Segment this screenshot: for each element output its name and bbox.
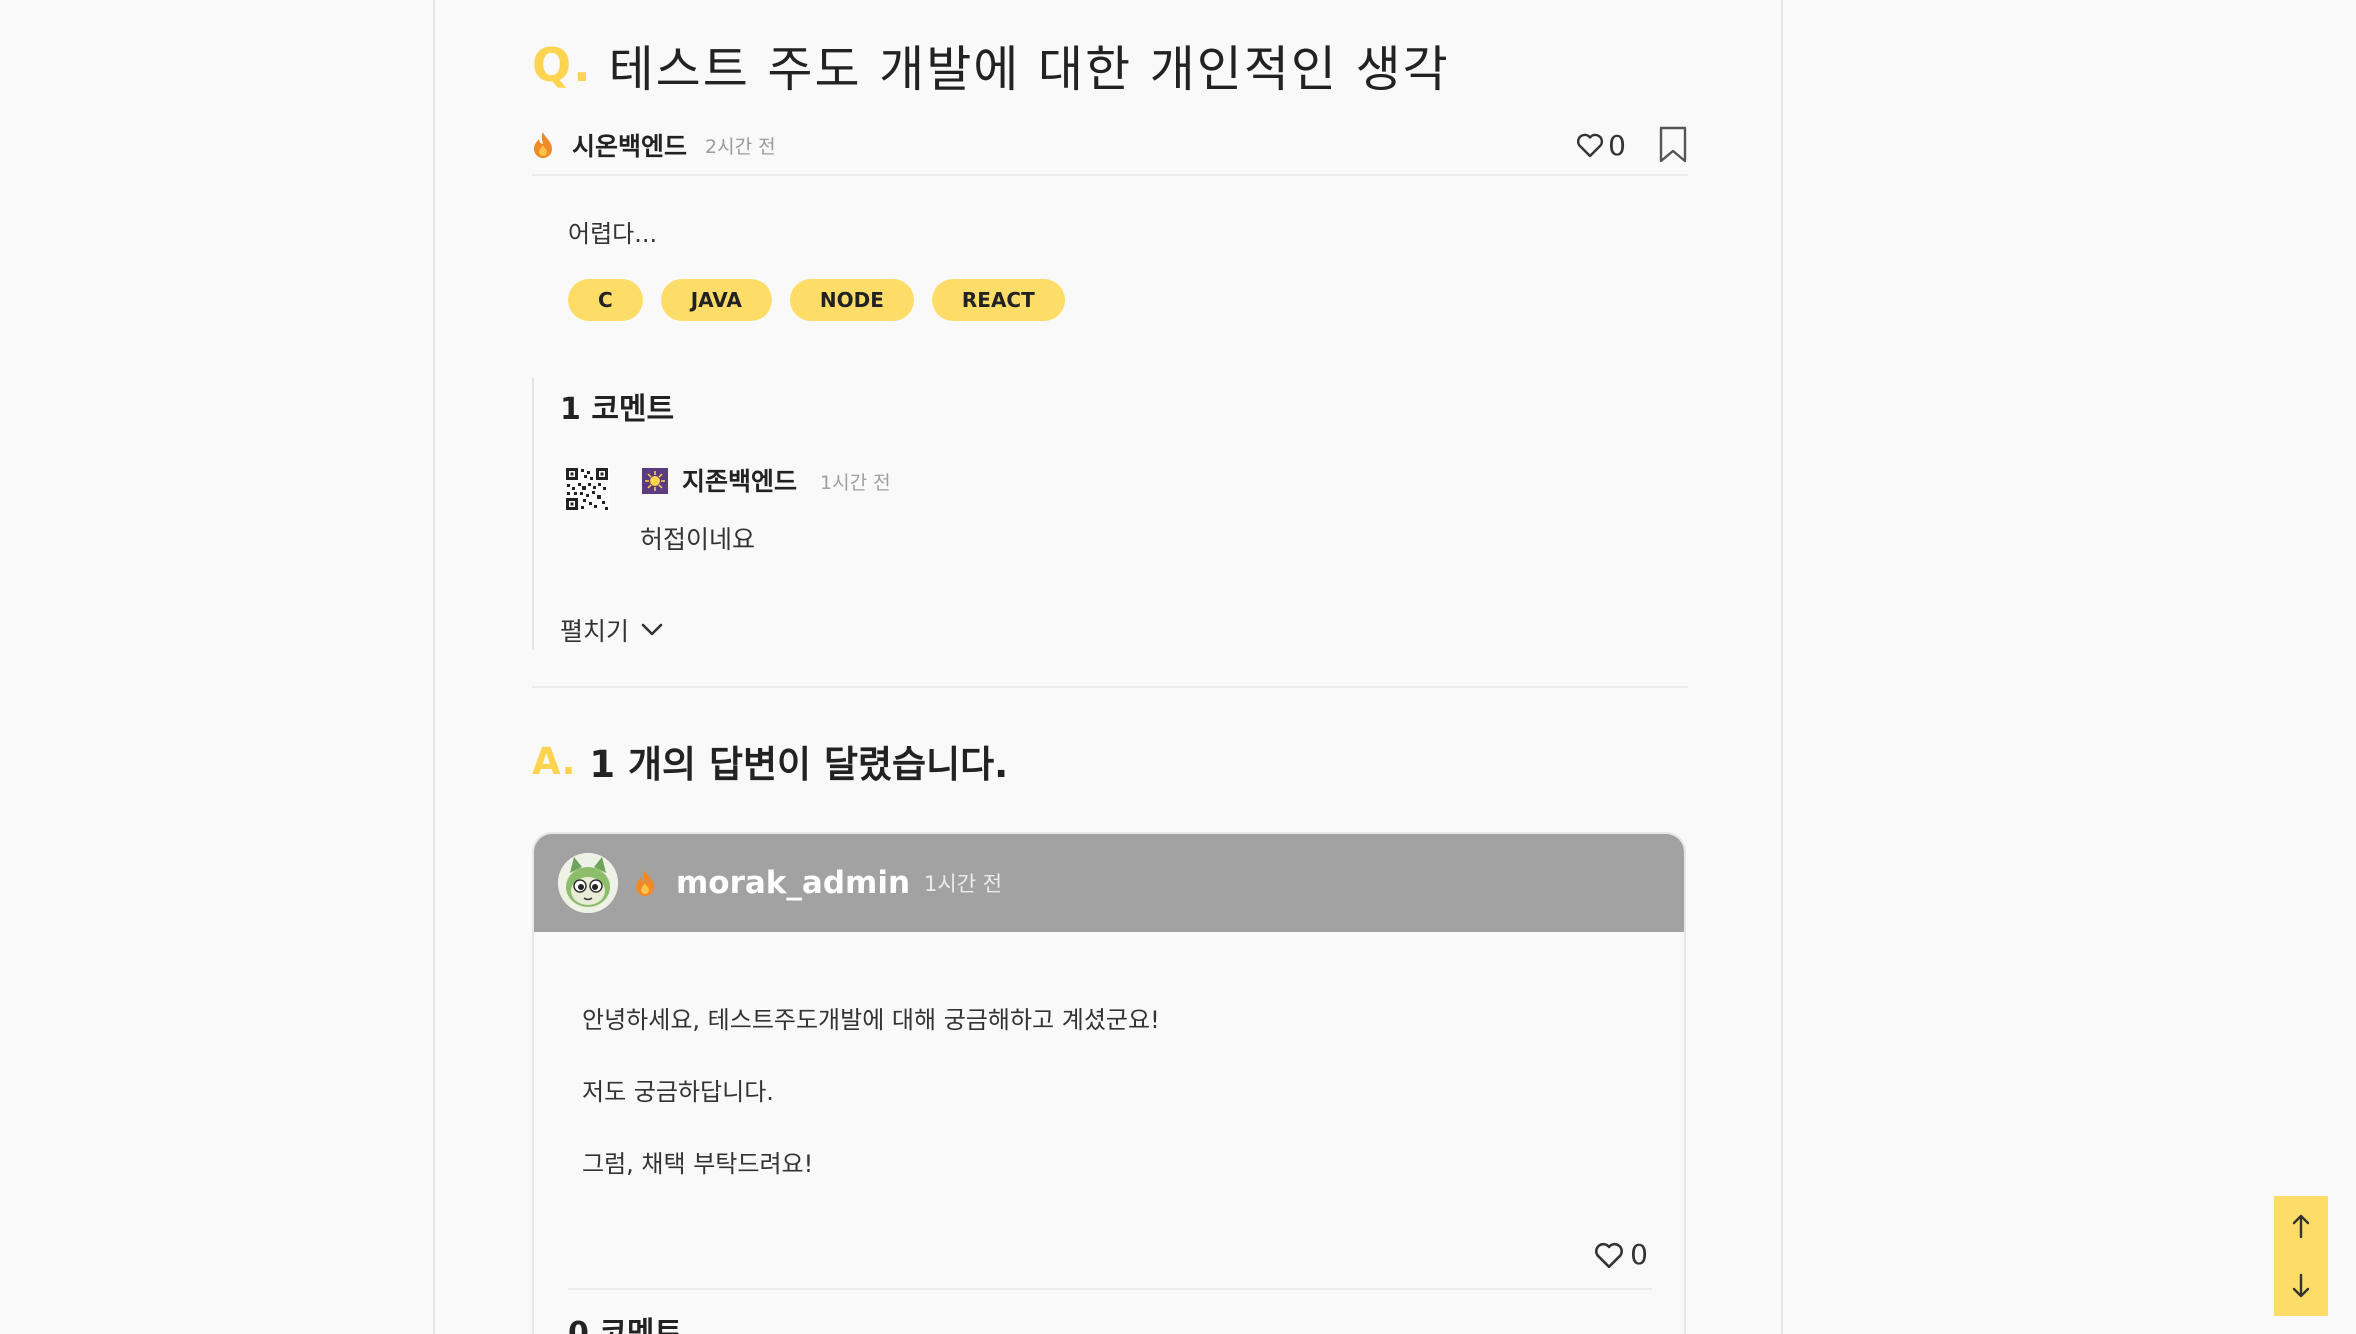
answer-like-button[interactable]: 0	[1594, 1238, 1648, 1271]
arrow-up-icon	[2292, 1214, 2310, 1239]
comment-author[interactable]: 지존백엔드	[682, 462, 797, 498]
answers-title: A. 1 개의 답변이 달렸습니다.	[532, 734, 1008, 788]
page: Q. 테스트 주도 개발에 대한 개인적인 생각 시온백엔드 2시간 전 0 어…	[0, 0, 2356, 1334]
arrow-down-icon	[2292, 1273, 2310, 1298]
answer-author[interactable]: morak_admin	[676, 865, 910, 901]
answer-line: 안녕하세요, 테스트주도개발에 대해 궁금해하고 계셨군요!	[582, 1006, 1160, 1034]
answer-line: 저도 궁금하답니다.	[582, 1078, 774, 1106]
comments-title: 1 코멘트	[560, 392, 675, 427]
tag[interactable]: JAVA	[660, 279, 772, 321]
answer-card: morak_admin 1시간 전 안녕하세요, 테스트주도개발에 대해 궁금해…	[532, 832, 1686, 1334]
answer-header: morak_admin 1시간 전	[534, 834, 1684, 932]
heart-icon	[1577, 133, 1604, 158]
commenter-avatar	[564, 466, 610, 512]
answer-line: 그럼, 채택 부탁드려요!	[582, 1150, 814, 1178]
commenter-badge-icon	[642, 468, 668, 494]
question-title: Q. 테스트 주도 개발에 대한 개인적인 생각	[532, 30, 1450, 100]
question-comments: 1 코멘트 지존백엔드 1시간 전 허접이네요 펼치기	[532, 378, 1688, 650]
question-body: 어렵다...	[568, 220, 658, 248]
question-prefix: Q.	[532, 38, 593, 92]
question-time: 2시간 전	[705, 135, 776, 158]
tag[interactable]: C	[568, 279, 643, 321]
tag[interactable]: REACT	[931, 279, 1065, 321]
answer-comments-title: 0 코멘트	[568, 1316, 683, 1334]
question-meta: 시온백엔드 2시간 전 0	[532, 116, 1688, 176]
question-author[interactable]: 시온백엔드	[572, 127, 687, 163]
bookmark-button[interactable]	[1658, 126, 1688, 164]
comment-time: 1시간 전	[820, 472, 891, 494]
expand-comments-button[interactable]: 펼치기	[560, 612, 663, 648]
answer-time: 1시간 전	[924, 872, 1003, 896]
heart-icon	[1595, 1242, 1624, 1268]
tag[interactable]: NODE	[789, 279, 914, 321]
question-actions: 0	[1576, 125, 1688, 165]
like-button[interactable]: 0	[1576, 129, 1626, 162]
scroll-top-button[interactable]	[2274, 1196, 2328, 1256]
scroll-controls	[2274, 1196, 2328, 1316]
answer-like-count: 0	[1630, 1238, 1648, 1271]
chevron-down-icon	[641, 623, 663, 636]
answers-title-text: 1 개의 답변이 달렸습니다.	[589, 743, 1009, 786]
comment-body: 허접이네요	[640, 525, 756, 554]
like-count: 0	[1608, 128, 1626, 162]
flame-icon	[634, 869, 656, 897]
answer-divider	[568, 1288, 1652, 1290]
section-divider	[532, 686, 1688, 688]
expand-label: 펼치기	[560, 617, 630, 646]
flame-icon	[532, 131, 554, 159]
question-title-text: 테스트 주도 개발에 대한 개인적인 생각	[608, 40, 1450, 98]
bookmark-icon	[1659, 126, 1687, 163]
tag-list: C JAVA NODE REACT	[568, 279, 1065, 321]
scroll-bottom-button[interactable]	[2274, 1256, 2328, 1316]
answers-prefix: A.	[532, 739, 576, 783]
answer-avatar[interactable]	[558, 853, 618, 913]
answer-body: 안녕하세요, 테스트주도개발에 대해 궁금해하고 계셨군요! 저도 궁금하답니다…	[534, 932, 1684, 1200]
